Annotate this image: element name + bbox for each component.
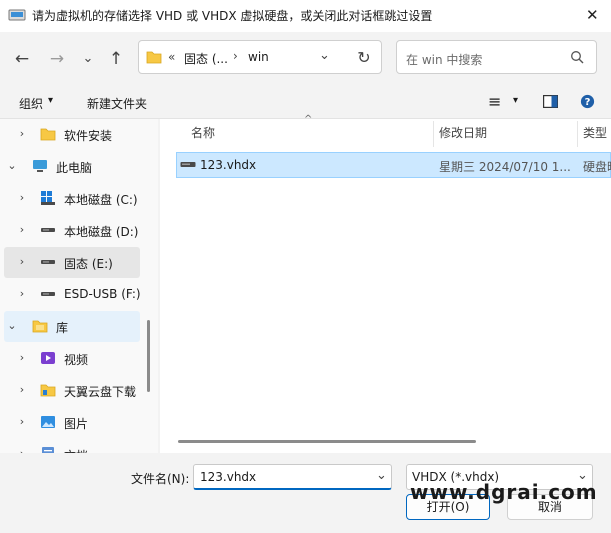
chevron-right-icon[interactable]: › <box>16 255 28 268</box>
windows-drive-icon <box>41 191 55 205</box>
organize-caret-icon[interactable]: ▾ <box>48 95 53 106</box>
library-folder-icon <box>32 320 48 333</box>
sidebar-item-label: 本地磁盘 (C:) <box>64 193 138 207</box>
view-menu-icon[interactable]: ≡ <box>488 92 501 111</box>
sidebar-item[interactable]: ⌄ 此电脑 <box>4 151 140 182</box>
cloud-folder-icon <box>40 384 56 397</box>
folder-icon <box>146 51 162 64</box>
search-icon[interactable] <box>570 50 584 64</box>
svg-text:?: ? <box>585 97 591 108</box>
chevron-right-icon[interactable]: › <box>16 223 28 236</box>
sidebar-item-label: 软件安装 <box>64 129 113 143</box>
sidebar-item-label: 视频 <box>64 353 89 367</box>
chevron-right-icon[interactable]: › <box>16 383 28 396</box>
refresh-button[interactable]: ↻ <box>352 46 376 70</box>
sidebar-item[interactable]: ›文档 <box>4 439 140 453</box>
sidebar-item-label: ESD-USB (F:) <box>64 287 141 301</box>
chevron-right-icon[interactable]: › <box>16 287 28 300</box>
file-name[interactable]: 123.vhdx <box>200 158 256 172</box>
back-button[interactable]: ← <box>10 47 34 71</box>
sidebar-item[interactable]: › 本地磁盘 (D:) <box>4 215 140 246</box>
preview-pane-icon[interactable] <box>543 95 558 108</box>
address-dropdown-icon[interactable]: ⌄ <box>319 48 330 63</box>
sidebar-item-label: 图片 <box>64 417 89 431</box>
sidebar-item[interactable]: › 软件安装 <box>4 119 140 150</box>
file-modified: 星期三 2024/07/10 1... <box>439 160 571 174</box>
address-segment-folder[interactable]: win <box>248 50 269 64</box>
sidebar-item-label: 库 <box>56 321 69 335</box>
view-caret-icon[interactable]: ▾ <box>513 95 518 106</box>
sidebar-item[interactable]: › 固态 (E:) <box>4 247 140 278</box>
sidebar-item[interactable]: › 图片 <box>4 407 140 438</box>
filename-label: 文件名(N): <box>131 472 190 486</box>
sidebar-item[interactable]: › 本地磁盘 (C:) <box>4 183 140 214</box>
column-header-type[interactable]: 类型 <box>583 124 607 141</box>
sidebar-item[interactable]: › 视频 <box>4 343 140 374</box>
search-placeholder[interactable]: 在 win 中搜索 <box>406 51 482 68</box>
folder-icon <box>40 128 56 141</box>
address-separator: › <box>233 49 238 63</box>
address-overflow[interactable]: « <box>168 50 175 64</box>
picture-icon <box>41 416 55 428</box>
new-folder-button[interactable]: 新建文件夹 <box>87 95 147 112</box>
chevron-right-icon[interactable]: › <box>16 415 28 428</box>
sidebar-item[interactable]: › 天翼云盘下载 <box>4 375 140 406</box>
filename-value[interactable]: 123.vhdx <box>200 470 256 484</box>
sidebar-item[interactable]: › ESD-USB (F:) <box>4 279 141 310</box>
organize-button[interactable]: 组织 <box>19 95 43 112</box>
drive-icon <box>41 292 55 296</box>
column-header-modified[interactable]: 修改日期 <box>439 124 487 141</box>
sort-ascending-icon: ^ <box>304 114 313 125</box>
computer-icon <box>33 160 47 172</box>
drive-icon <box>41 260 55 264</box>
recent-locations-button[interactable]: ⌄ <box>76 47 100 71</box>
chevron-right-icon[interactable]: › <box>16 191 28 204</box>
watermark-text: www.dgrai.com <box>410 480 598 504</box>
up-button[interactable]: ↑ <box>104 47 128 71</box>
sidebar-item-label: 本地磁盘 (D:) <box>64 225 139 239</box>
help-icon[interactable]: ? <box>580 94 595 109</box>
navigation-pane-scrollbar[interactable] <box>147 320 150 392</box>
close-button[interactable]: ✕ <box>586 6 599 24</box>
sidebar-item-label: 固态 (E:) <box>64 257 113 271</box>
window-title: 请为虚拟机的存储选择 VHD 或 VHDX 虚拟硬盘，或关闭此对话框跳过设置 <box>32 9 433 23</box>
file-type: 硬盘映 <box>583 160 611 174</box>
address-segment-drive[interactable]: 固态 (... <box>184 50 228 67</box>
chevron-down-icon[interactable]: ⌄ <box>6 159 18 172</box>
file-list-scrollbar[interactable] <box>178 440 476 443</box>
column-header-name[interactable]: 名称 <box>191 124 215 141</box>
vhdx-file-icon <box>180 162 196 167</box>
forward-button[interactable]: → <box>45 47 69 71</box>
sidebar-item-label: 此电脑 <box>56 161 93 175</box>
column-divider[interactable] <box>577 121 578 147</box>
video-icon <box>41 352 55 364</box>
sidebar-item-label: 天翼云盘下载 <box>64 385 137 399</box>
drive-icon <box>41 228 55 232</box>
column-divider[interactable] <box>433 121 434 147</box>
chevron-right-icon[interactable]: › <box>16 127 28 140</box>
chevron-right-icon[interactable]: › <box>16 351 28 364</box>
sidebar-item[interactable]: ⌄ 库 <box>4 311 140 342</box>
filename-dropdown-icon[interactable]: ⌄ <box>376 468 387 483</box>
document-icon <box>42 447 54 453</box>
vm-disk-icon <box>8 9 26 21</box>
chevron-down-icon[interactable]: ⌄ <box>6 319 18 332</box>
navigation-pane: › 软件安装 ⌄ 此电脑 › 本地磁盘 (C:) › 本地磁盘 (D:) › 固态 (E:) › ES… <box>0 119 158 453</box>
